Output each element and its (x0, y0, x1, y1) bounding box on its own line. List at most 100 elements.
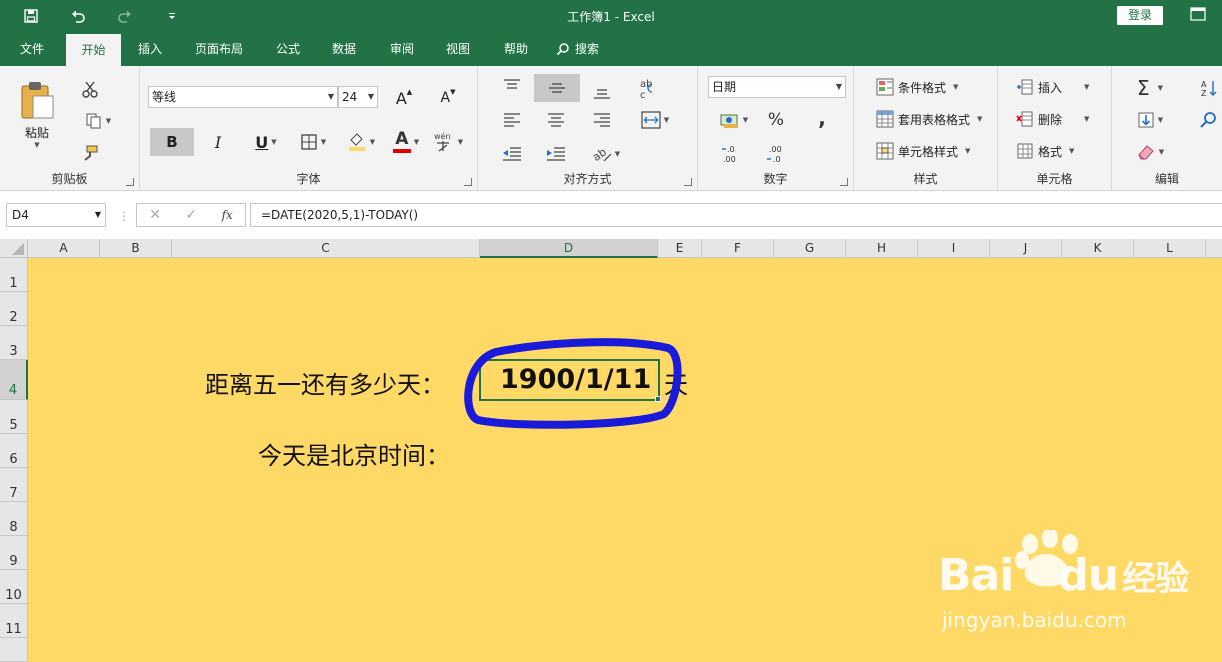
fill-color-button[interactable]: ▼ (342, 128, 380, 156)
align-right-icon[interactable] (590, 108, 614, 132)
tab-formulas[interactable]: 公式 (266, 32, 310, 66)
conditional-formatting-button[interactable]: 条件格式 ▼ (876, 78, 958, 96)
font-color-button[interactable]: A ▼ (388, 128, 424, 156)
clear-button[interactable]: ▼ (1128, 140, 1172, 164)
increase-indent-icon[interactable] (544, 142, 568, 166)
row-header-6[interactable]: 6 (0, 434, 28, 468)
find-select-icon[interactable] (1196, 108, 1222, 132)
font-size-combo[interactable]: 24 ▼ (338, 86, 378, 108)
merge-center-button[interactable]: ▼ (632, 108, 678, 132)
column-header-a[interactable]: A (28, 239, 100, 258)
svg-text:Z: Z (1201, 89, 1207, 98)
font-name-combo[interactable]: 等线 ▼ (148, 86, 338, 108)
tab-data[interactable]: 数据 (322, 32, 366, 66)
align-bottom-icon[interactable] (590, 80, 614, 104)
cut-icon[interactable] (78, 78, 102, 100)
tab-help[interactable]: 帮助 (494, 32, 538, 66)
login-button[interactable]: 登录 (1117, 6, 1163, 25)
italic-button[interactable]: I (206, 128, 230, 156)
delete-cells-button[interactable]: 删除 ▼ (1016, 110, 1096, 128)
percent-style-button[interactable]: % (764, 108, 788, 132)
increase-decimal-icon[interactable]: .0.00 (718, 140, 748, 168)
row-header-2[interactable]: 2 (0, 292, 28, 326)
cancel-icon[interactable]: ✕ (149, 207, 161, 223)
column-header-d[interactable]: D (480, 239, 658, 258)
tab-review[interactable]: 审阅 (380, 32, 424, 66)
row-header-8[interactable]: 8 (0, 502, 28, 536)
format-painter-icon[interactable] (78, 142, 102, 164)
column-header-k[interactable]: K (1062, 239, 1134, 258)
enter-icon[interactable]: ✓ (185, 207, 197, 223)
cell-styles-button[interactable]: 单元格样式 ▼ (876, 142, 970, 160)
fill-icon (1138, 112, 1154, 128)
formula-input[interactable]: =DATE(2020,5,1)-TODAY() (250, 203, 1222, 227)
clipboard-launcher-icon[interactable] (126, 178, 134, 186)
increase-font-size-icon[interactable]: A ▲ (392, 86, 416, 110)
column-header-b[interactable]: B (100, 239, 172, 258)
column-header-f[interactable]: F (702, 239, 774, 258)
cell-c6[interactable]: 今天是北京时间： (258, 436, 450, 471)
delete-cells-label: 删除 (1038, 112, 1063, 127)
ribbon-display-options-icon[interactable] (1190, 7, 1212, 23)
format-cells-button[interactable]: 格式 ▼ (1016, 142, 1074, 160)
autosum-button[interactable]: Σ ▼ (1128, 76, 1172, 100)
svg-text:.0: .0 (727, 145, 735, 154)
number-launcher-icon[interactable] (840, 178, 848, 186)
orientation-icon[interactable]: ab c (636, 76, 660, 102)
name-box[interactable]: D4 ▼ (6, 203, 106, 227)
phonetic-guide-icon[interactable]: wén ▼ (432, 128, 464, 156)
select-all-corner[interactable] (0, 239, 28, 258)
row-header-7[interactable]: 7 (0, 468, 28, 502)
row-header-12[interactable] (0, 638, 28, 662)
paste-button[interactable]: 粘贴 ▼ (12, 74, 62, 154)
row-header-4[interactable]: 4 (0, 360, 28, 400)
column-header-c[interactable]: C (172, 239, 480, 258)
column-header-g[interactable]: G (774, 239, 846, 258)
fill-button[interactable]: ▼ (1128, 108, 1172, 132)
align-top-icon[interactable] (500, 74, 524, 98)
column-header-i[interactable]: I (918, 239, 990, 258)
bold-button[interactable]: B (150, 128, 194, 156)
alignment-launcher-icon[interactable] (684, 178, 692, 186)
formula-bar-grip-icon[interactable]: ⋮ (118, 209, 130, 223)
format-as-table-button[interactable]: 套用表格格式 ▼ (876, 110, 982, 128)
copy-button[interactable]: ▼ (76, 110, 120, 132)
format-as-table-label: 套用表格格式 (898, 112, 971, 127)
tab-page-layout[interactable]: 页面布局 (186, 32, 252, 66)
column-header-l[interactable]: L (1134, 239, 1206, 258)
insert-cells-button[interactable]: 插入 ▼ (1016, 78, 1096, 96)
align-left-icon[interactable] (500, 108, 524, 132)
number-format-combo[interactable]: 日期 ▼ (708, 76, 846, 98)
underline-button[interactable]: U ▼ (248, 128, 284, 156)
decrease-font-size-icon[interactable]: A ▼ (436, 86, 460, 110)
column-header-m[interactable] (1206, 239, 1222, 258)
decrease-decimal-icon[interactable]: .00.0 (762, 140, 792, 168)
comma-style-button[interactable]: , (810, 106, 834, 130)
row-header-5[interactable]: 5 (0, 400, 28, 434)
font-launcher-icon[interactable] (464, 178, 472, 186)
row-header-1[interactable]: 1 (0, 258, 28, 292)
decrease-indent-icon[interactable] (500, 142, 524, 166)
text-direction-button[interactable]: ab ▼ (588, 142, 624, 166)
borders-button[interactable]: ▼ (294, 128, 332, 156)
align-middle-icon[interactable] (534, 74, 580, 102)
cell-c4[interactable]: 距离五一还有多少天： (205, 365, 445, 400)
insert-function-icon[interactable]: fx (222, 208, 233, 222)
column-header-e[interactable]: E (658, 239, 702, 258)
accounting-format-button[interactable]: ▼ (714, 108, 754, 132)
column-header-j[interactable]: J (990, 239, 1062, 258)
row-header-3[interactable]: 3 (0, 326, 28, 360)
tab-insert[interactable]: 插入 (128, 32, 172, 66)
row-header-10[interactable]: 10 (0, 570, 28, 604)
tab-view[interactable]: 视图 (436, 32, 480, 66)
search-icon (556, 43, 569, 56)
font-name-value: 等线 (152, 90, 177, 104)
column-header-h[interactable]: H (846, 239, 918, 258)
sort-filter-icon[interactable]: AZ (1196, 76, 1222, 100)
tab-file[interactable]: 文件 (8, 32, 56, 66)
row-header-11[interactable]: 11 (0, 604, 28, 638)
tab-home[interactable]: 开始 (66, 34, 121, 66)
tab-search[interactable]: 搜索 (556, 32, 616, 66)
row-header-9[interactable]: 9 (0, 536, 28, 570)
align-center-icon[interactable] (544, 108, 568, 132)
